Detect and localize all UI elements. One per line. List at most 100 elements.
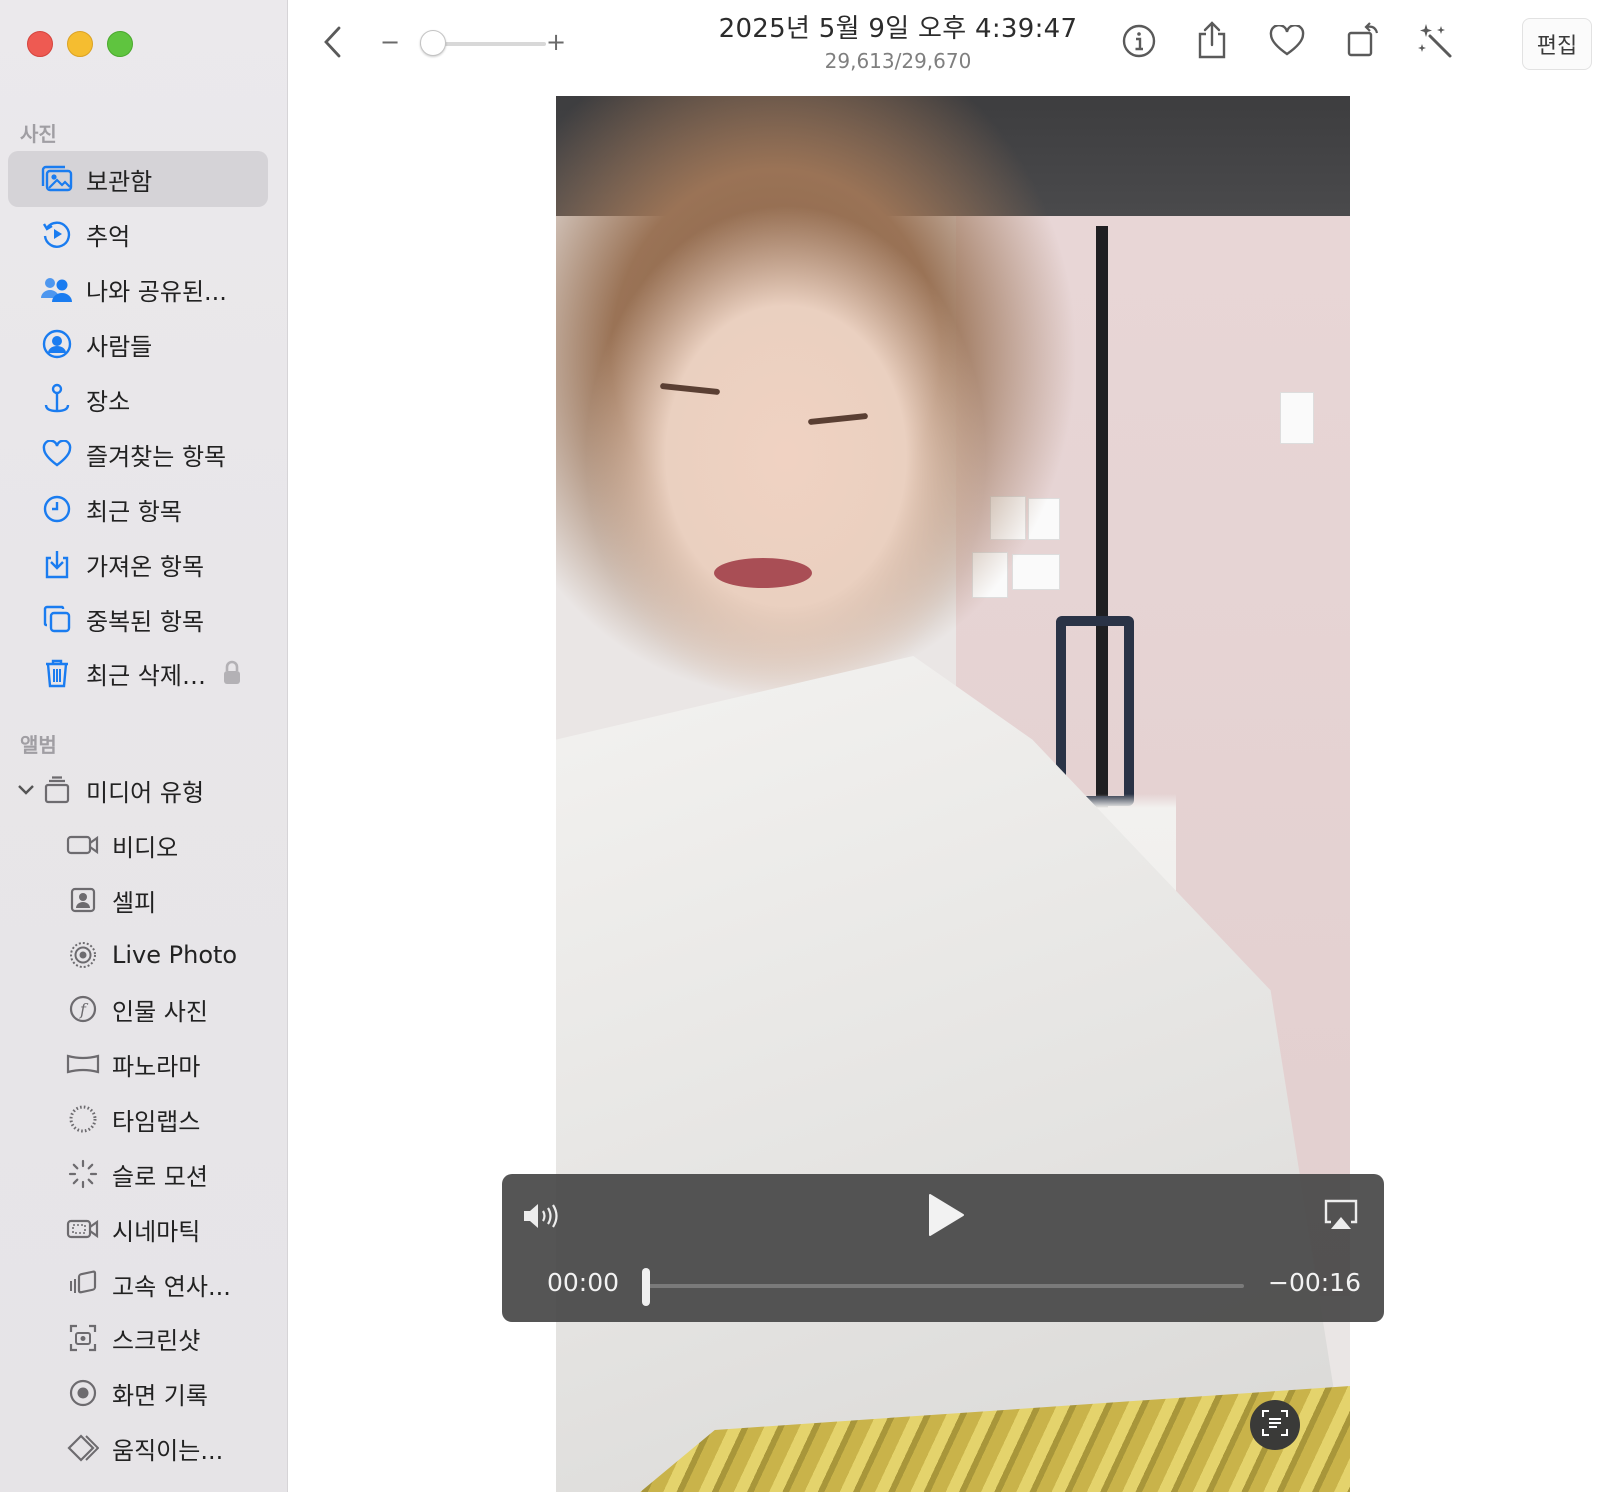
sidebar-item-live-photos[interactable]: Live Photo [8, 927, 268, 983]
live-text-scan-icon [1260, 1408, 1290, 1442]
video-player-controls: 00:00 −00:16 [502, 1174, 1384, 1322]
chevron-down-icon[interactable] [14, 778, 38, 802]
duplicates-icon [40, 602, 74, 636]
slow-motion-icon [66, 1157, 100, 1191]
sidebar-item-label: 파노라마 [112, 1052, 201, 1081]
zoom-slider-knob[interactable] [420, 30, 446, 56]
sidebar-item-videos[interactable]: 비디오 [8, 817, 268, 873]
chevron-left-icon [322, 25, 344, 63]
sidebar-item-label: 타임랩스 [112, 1107, 201, 1136]
sidebar-item-label: 슬로 모션 [112, 1162, 208, 1191]
info-button[interactable] [1118, 22, 1160, 64]
sidebar-item-label: 보관함 [86, 167, 153, 196]
sidebar-item-people[interactable]: 사람들 [8, 316, 268, 372]
sidebar-item-animated[interactable]: 움직이는... [8, 1420, 268, 1476]
share-button[interactable] [1192, 20, 1232, 64]
airplay-button[interactable] [1322, 1198, 1360, 1236]
sidebar-item-memories[interactable]: 추억 [8, 206, 268, 262]
airplay-icon [1323, 1198, 1359, 1236]
sidebar-item-duplicates[interactable]: 중복된 항목 [8, 591, 268, 647]
sidebar-item-label: 비디오 [112, 833, 179, 862]
people-icon [40, 327, 74, 361]
sidebar-item-label: Live Photo [112, 941, 238, 969]
section-header-photos: 사진 [20, 122, 57, 146]
back-button[interactable] [316, 22, 350, 66]
sidebar-item-label: 나와 공유된... [86, 277, 227, 306]
sidebar-item-label: 미디어 유형 [86, 778, 205, 807]
sidebar-item-media-types[interactable]: 미디어 유형 [8, 762, 268, 818]
portrait-icon: f [66, 992, 100, 1026]
sidebar-item-shared-with-you[interactable]: 나와 공유된... [8, 261, 268, 317]
sidebar-item-imports[interactable]: 가져온 항목 [8, 536, 268, 592]
sidebar-item-label: 화면 기록 [112, 1381, 208, 1410]
zoom-out-button[interactable]: − [380, 28, 400, 56]
play-icon [924, 1192, 966, 1242]
rotate-icon [1345, 19, 1383, 63]
sidebar-item-screenshots[interactable]: 스크린샷 [8, 1310, 268, 1366]
scrubber-track[interactable] [644, 1284, 1244, 1288]
auto-enhance-button[interactable] [1414, 20, 1458, 64]
video-scene-wall-photo [1280, 392, 1314, 444]
photos-app-window: 사진 보관함 추억 나와 공유된... 사람들 장소 즐겨찾는 항목 최근 항목… [0, 0, 1602, 1492]
sidebar-item-label: 시네마틱 [112, 1217, 201, 1246]
trash-icon [40, 656, 74, 690]
animated-icon [66, 1431, 100, 1465]
speaker-icon [521, 1201, 563, 1235]
import-icon [40, 547, 74, 581]
favorite-button[interactable] [1266, 22, 1308, 64]
sidebar-item-bursts[interactable]: 고속 연사... [8, 1256, 268, 1312]
volume-button[interactable] [520, 1200, 564, 1236]
sidebar-item-recents[interactable]: 최근 항목 [8, 481, 268, 537]
sidebar-item-label: 움직이는... [112, 1436, 224, 1465]
sidebar-item-label: 최근 항목 [86, 497, 182, 526]
sidebar-item-label: 셀피 [112, 888, 157, 917]
minimize-window-button[interactable] [67, 31, 93, 57]
sidebar-item-library[interactable]: 보관함 [8, 151, 268, 207]
screenshot-icon [66, 1321, 100, 1355]
video-icon [66, 828, 100, 862]
edit-button[interactable]: 편집 [1522, 18, 1592, 70]
svg-text:f: f [79, 1000, 89, 1019]
sidebar: 사진 보관함 추억 나와 공유된... 사람들 장소 즐겨찾는 항목 최근 항목… [0, 0, 288, 1492]
elapsed-time: 00:00 [547, 1268, 620, 1297]
live-text-button[interactable] [1250, 1400, 1300, 1450]
sidebar-item-panoramas[interactable]: 파노라마 [8, 1036, 268, 1092]
share-icon [1196, 20, 1228, 64]
toolbar: − + 2025년 5월 9일 오후 4:39:47 29,613/29,670 [288, 0, 1602, 88]
sidebar-item-selfies[interactable]: 셀피 [8, 872, 268, 928]
section-header-albums: 앨범 [20, 733, 57, 757]
magic-wand-icon [1416, 20, 1456, 64]
scrubber-thumb[interactable] [642, 1268, 650, 1306]
album-stack-icon [40, 773, 74, 807]
info-icon [1121, 23, 1157, 63]
heart-icon [40, 437, 74, 471]
fullscreen-window-button[interactable] [107, 31, 133, 57]
play-button[interactable] [920, 1192, 970, 1242]
sidebar-item-cinematic[interactable]: 시네마틱 [8, 1201, 268, 1257]
sidebar-item-places[interactable]: 장소 [8, 371, 268, 427]
sidebar-item-label: 스크린샷 [112, 1326, 201, 1355]
photo-counter: 29,613/29,670 [824, 49, 972, 73]
memories-icon [40, 217, 74, 251]
sidebar-item-slow-motion[interactable]: 슬로 모션 [8, 1146, 268, 1202]
video-scene-mouth [714, 558, 812, 588]
remaining-time: −00:16 [1268, 1268, 1361, 1297]
sidebar-item-favorites[interactable]: 즐겨찾는 항목 [8, 426, 268, 482]
photo-viewer: 00:00 −00:16 [288, 88, 1602, 1492]
close-window-button[interactable] [27, 31, 53, 57]
rotate-button[interactable] [1342, 18, 1386, 64]
timelapse-icon [66, 1102, 100, 1136]
sidebar-item-timelapse[interactable]: 타임랩스 [8, 1091, 268, 1147]
sidebar-item-screen-recordings[interactable]: 화면 기록 [8, 1365, 268, 1421]
screen-recording-icon [66, 1376, 100, 1410]
heart-icon [1269, 23, 1305, 61]
burst-icon [66, 1267, 100, 1301]
panorama-icon [66, 1047, 100, 1081]
lock-icon [222, 660, 242, 686]
sidebar-item-portrait[interactable]: f 인물 사진 [8, 981, 268, 1037]
sidebar-item-recently-deleted[interactable]: 최근 삭제… [8, 645, 268, 701]
places-icon [40, 382, 74, 416]
sidebar-item-label: 장소 [86, 387, 131, 416]
zoom-in-button[interactable]: + [546, 28, 566, 56]
sidebar-item-label: 추억 [86, 222, 131, 251]
